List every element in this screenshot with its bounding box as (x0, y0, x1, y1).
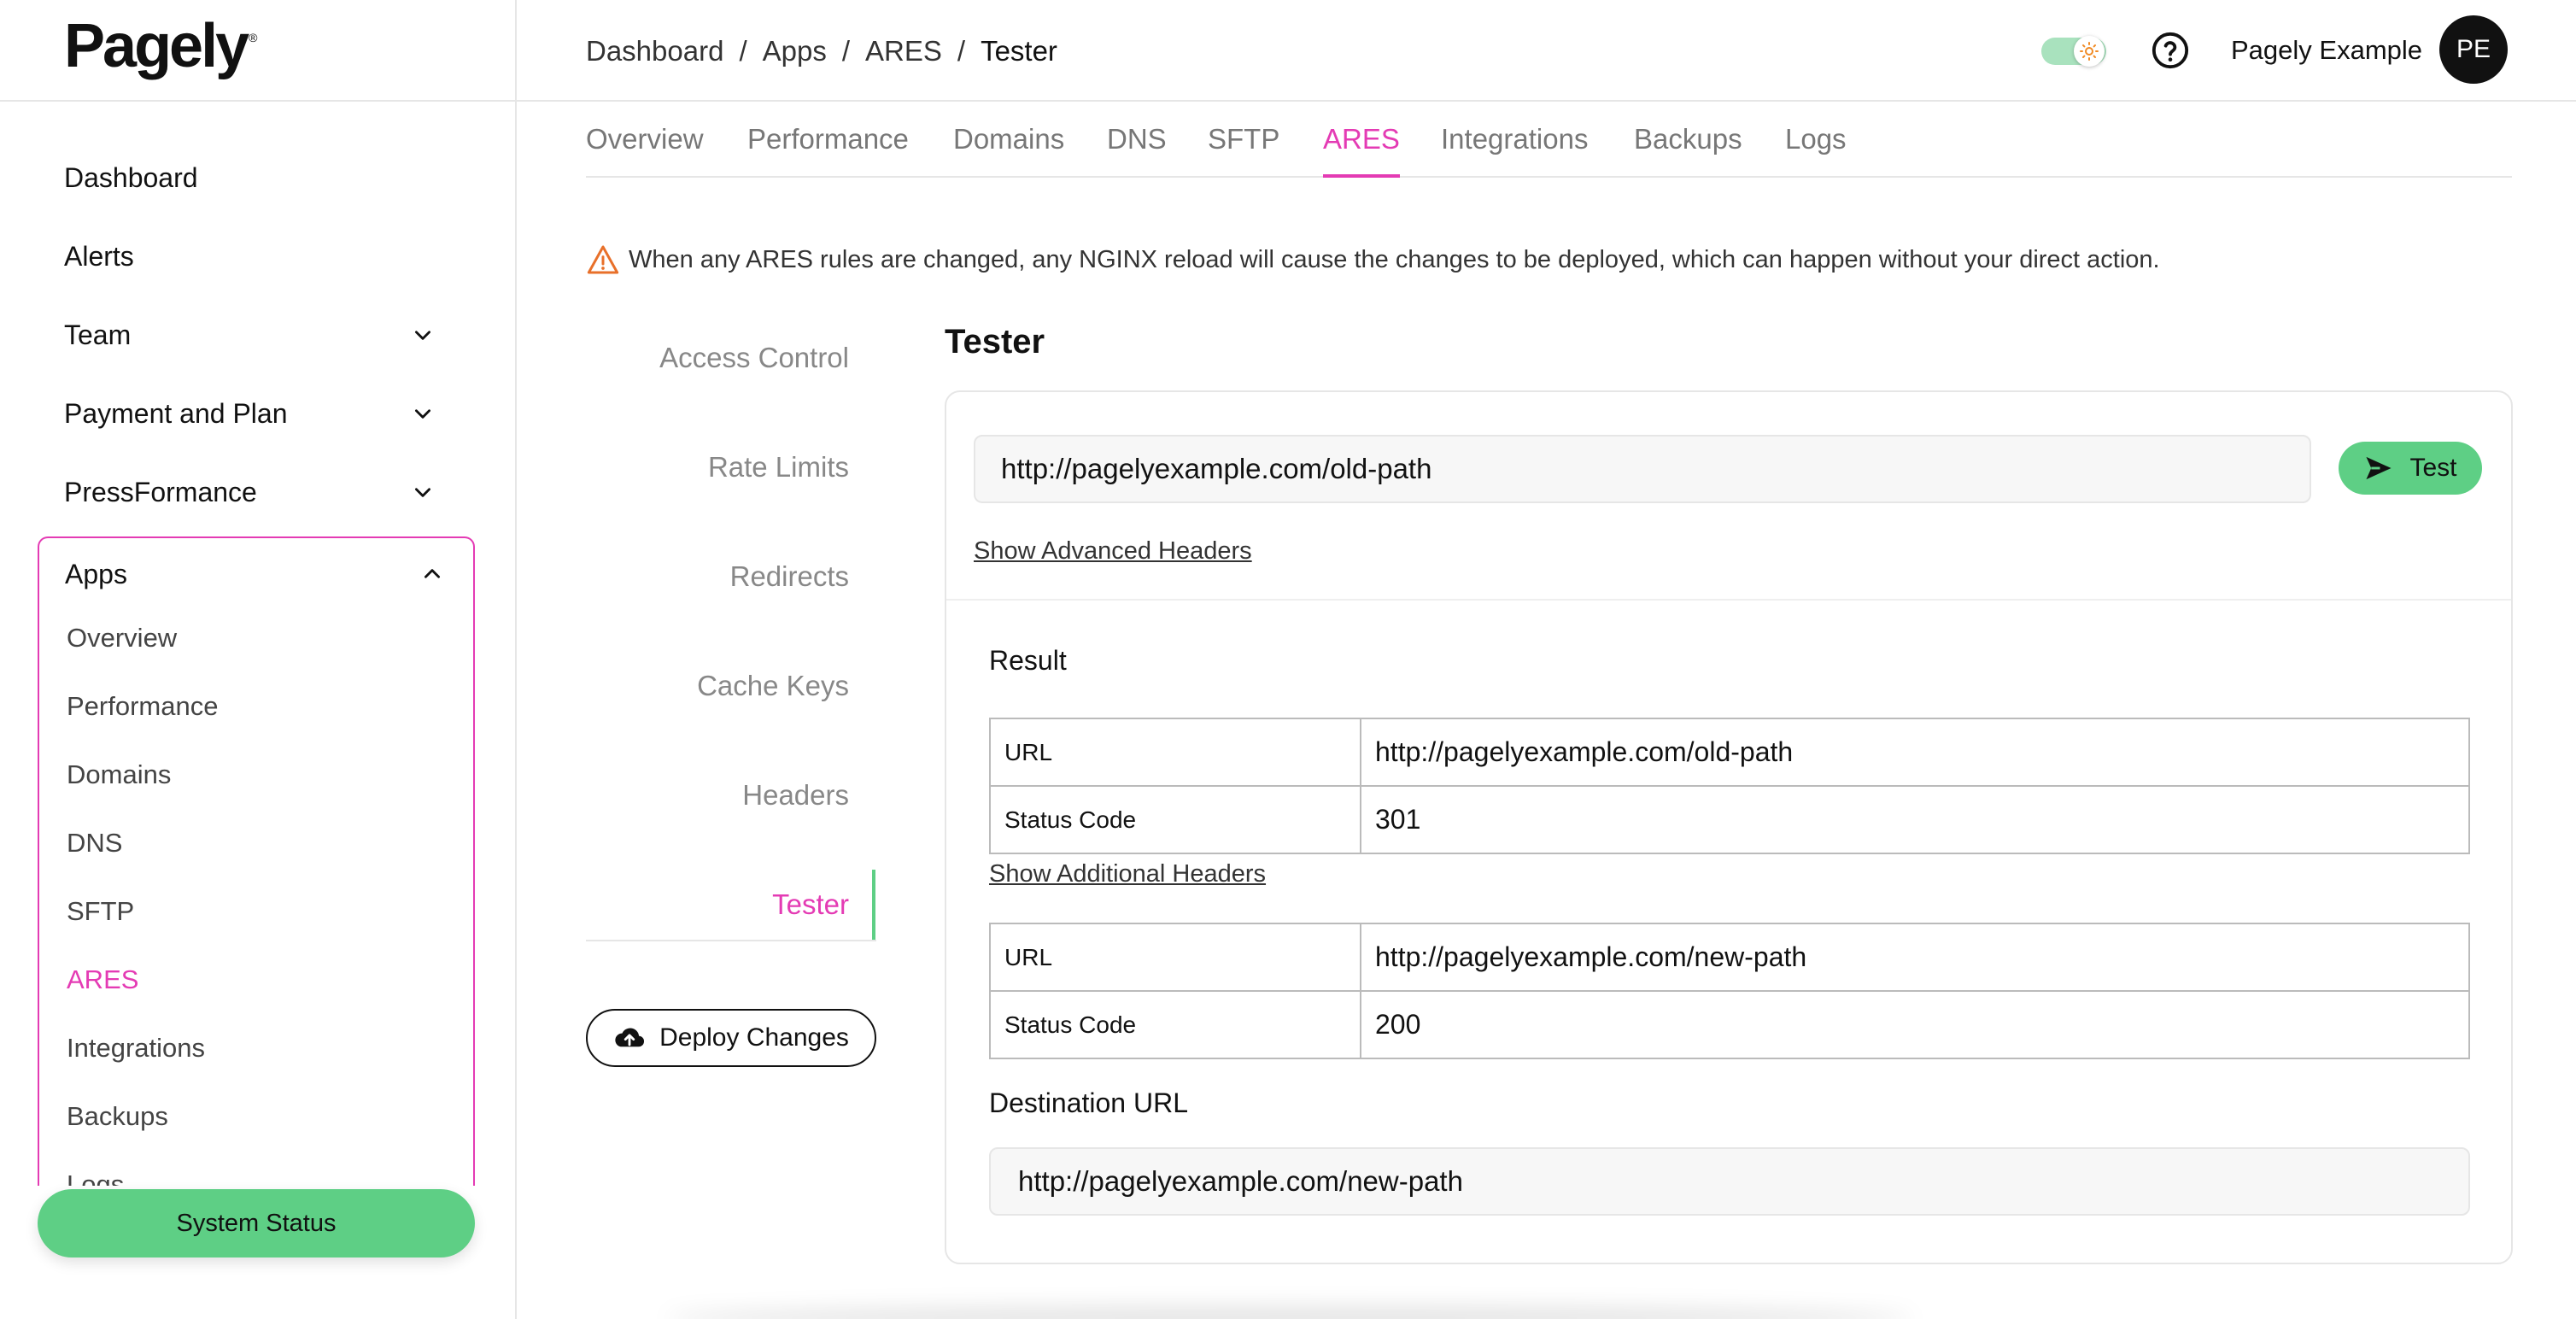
ares-nav-tester[interactable]: Tester (586, 879, 849, 930)
app-tabs: Overview Performance Domains DNS SFTP AR… (586, 118, 2512, 178)
sidebar-item-payment-and-plan[interactable]: Payment and Plan (64, 388, 440, 439)
chevron-down-icon (406, 396, 440, 431)
header-divider (517, 100, 2576, 102)
first-response-table: URL http://pagelyexample.com/old-path St… (989, 718, 2470, 854)
response-key: URL (989, 923, 1361, 992)
tab-integrations[interactable]: Integrations (1441, 123, 1588, 171)
tab-domains[interactable]: Domains (953, 123, 1064, 171)
bottom-shadow (666, 1305, 1913, 1319)
sidebar-item-label: Payment and Plan (64, 397, 288, 429)
response-key: URL (989, 718, 1361, 787)
ares-nav-divider (586, 940, 876, 941)
tab-logs[interactable]: Logs (1785, 123, 1847, 171)
tab-backups[interactable]: Backups (1634, 123, 1742, 171)
sidebar-subitem-sftp[interactable]: SFTP (67, 890, 134, 933)
cloud-upload-icon (615, 1028, 645, 1047)
tab-overview[interactable]: Overview (586, 123, 704, 171)
sidebar-item-label: Apps (65, 558, 127, 589)
pagely-logo[interactable]: Pagely ® (64, 12, 257, 89)
panel-divider (946, 599, 2511, 601)
chevron-up-icon (415, 557, 449, 591)
sidebar-subitem-logs[interactable]: Logs (67, 1164, 124, 1186)
test-url-input[interactable]: http://pagelyexample.com/old-path (974, 435, 2311, 503)
table-row: URL http://pagelyexample.com/new-path (989, 923, 2470, 992)
destination-url-label: Destination URL (989, 1087, 1188, 1118)
sidebar-subitem-overview[interactable]: Overview (67, 617, 177, 660)
show-additional-headers-link[interactable]: Show Additional Headers (989, 860, 1266, 888)
sidebar: Pagely ® Dashboard Alerts Team Payment a… (0, 0, 517, 1319)
theme-toggle[interactable] (2041, 36, 2106, 67)
response-value: 301 (1360, 785, 2470, 854)
logo-text: Pagely (64, 12, 249, 80)
sidebar-item-apps[interactable]: Apps (65, 548, 449, 600)
breadcrumb-separator: / (957, 35, 966, 67)
page-title: Tester (945, 323, 1045, 361)
response-value: http://pagelyexample.com/new-path (1360, 923, 2470, 992)
breadcrumb-ares[interactable]: ARES (865, 35, 942, 67)
tab-performance[interactable]: Performance (747, 123, 909, 171)
sidebar-subitem-backups[interactable]: Backups (67, 1095, 168, 1138)
ares-warning: When any ARES rules are changed, any NGI… (586, 241, 2160, 278)
response-key: Status Code (989, 785, 1361, 854)
warning-text: When any ARES rules are changed, any NGI… (629, 245, 2160, 273)
help-icon[interactable] (2151, 31, 2190, 70)
sidebar-item-alerts[interactable]: Alerts (64, 231, 440, 282)
sidebar-item-label: Dashboard (64, 161, 198, 193)
sidebar-subitem-performance[interactable]: Performance (67, 685, 218, 728)
breadcrumb-separator: / (739, 35, 747, 67)
sidebar-subitem-ares[interactable]: ARES (67, 958, 138, 1001)
ares-nav-redirects[interactable]: Redirects (586, 551, 849, 602)
sidebar-item-label: Alerts (64, 240, 134, 272)
ares-nav-rate-limits[interactable]: Rate Limits (586, 442, 849, 493)
sidebar-divider (0, 100, 517, 102)
tab-sftp[interactable]: SFTP (1208, 123, 1279, 171)
chevron-down-icon (406, 318, 440, 352)
destination-url-field[interactable]: http://pagelyexample.com/new-path (989, 1147, 2470, 1216)
ares-nav-active-indicator (872, 870, 875, 941)
table-row: URL http://pagelyexample.com/old-path (989, 718, 2470, 787)
sidebar-subitem-domains[interactable]: Domains (67, 753, 171, 796)
breadcrumb-separator: / (841, 35, 851, 67)
warning-triangle-icon (587, 245, 619, 274)
response-value: http://pagelyexample.com/old-path (1360, 718, 2470, 787)
avatar[interactable]: PE (2439, 15, 2508, 84)
sidebar-item-label: Team (64, 319, 132, 350)
deploy-changes-label: Deploy Changes (659, 1023, 849, 1052)
chevron-down-icon (406, 475, 440, 509)
sidebar-apps-group: Apps Overview Performance Domains DNS SF… (38, 536, 475, 1186)
breadcrumb-dashboard[interactable]: Dashboard (586, 35, 723, 67)
second-response-table: URL http://pagelyexample.com/new-path St… (989, 923, 2470, 1059)
table-row: Status Code 301 (989, 785, 2470, 854)
sidebar-item-team[interactable]: Team (64, 309, 440, 361)
logo-registered-mark: ® (249, 31, 258, 44)
deploy-changes-button[interactable]: Deploy Changes (586, 1009, 876, 1067)
response-value: 200 (1360, 990, 2470, 1059)
sidebar-item-label: PressFormance (64, 476, 257, 507)
sidebar-subitem-dns[interactable]: DNS (67, 822, 122, 865)
tab-ares[interactable]: ARES (1323, 123, 1400, 171)
table-row: Status Code 200 (989, 990, 2470, 1059)
result-heading: Result (989, 645, 1067, 676)
system-status-button[interactable]: System Status (38, 1189, 475, 1257)
show-advanced-headers-link[interactable]: Show Advanced Headers (974, 537, 1252, 566)
tester-panel: http://pagelyexample.com/old-path Test S… (945, 390, 2513, 1264)
sidebar-subitem-integrations[interactable]: Integrations (67, 1027, 205, 1070)
ares-nav-access-control[interactable]: Access Control (586, 332, 849, 384)
tab-dns[interactable]: DNS (1107, 123, 1167, 171)
tab-active-indicator (1323, 174, 1400, 178)
send-icon (2366, 456, 2392, 480)
sidebar-item-pressformance[interactable]: PressFormance (64, 466, 440, 518)
test-button[interactable]: Test (2339, 442, 2482, 495)
breadcrumb-current: Tester (981, 35, 1057, 67)
sun-icon (2074, 36, 2105, 67)
ares-nav-headers[interactable]: Headers (586, 770, 849, 821)
breadcrumb: Dashboard / Apps / ARES / Tester (586, 31, 1057, 72)
ares-nav-cache-keys[interactable]: Cache Keys (586, 660, 849, 712)
user-name[interactable]: Pagely Example (2231, 31, 2422, 70)
test-button-label: Test (2409, 454, 2457, 482)
sidebar-item-dashboard[interactable]: Dashboard (64, 152, 440, 203)
breadcrumb-apps[interactable]: Apps (763, 35, 827, 67)
response-key: Status Code (989, 990, 1361, 1059)
